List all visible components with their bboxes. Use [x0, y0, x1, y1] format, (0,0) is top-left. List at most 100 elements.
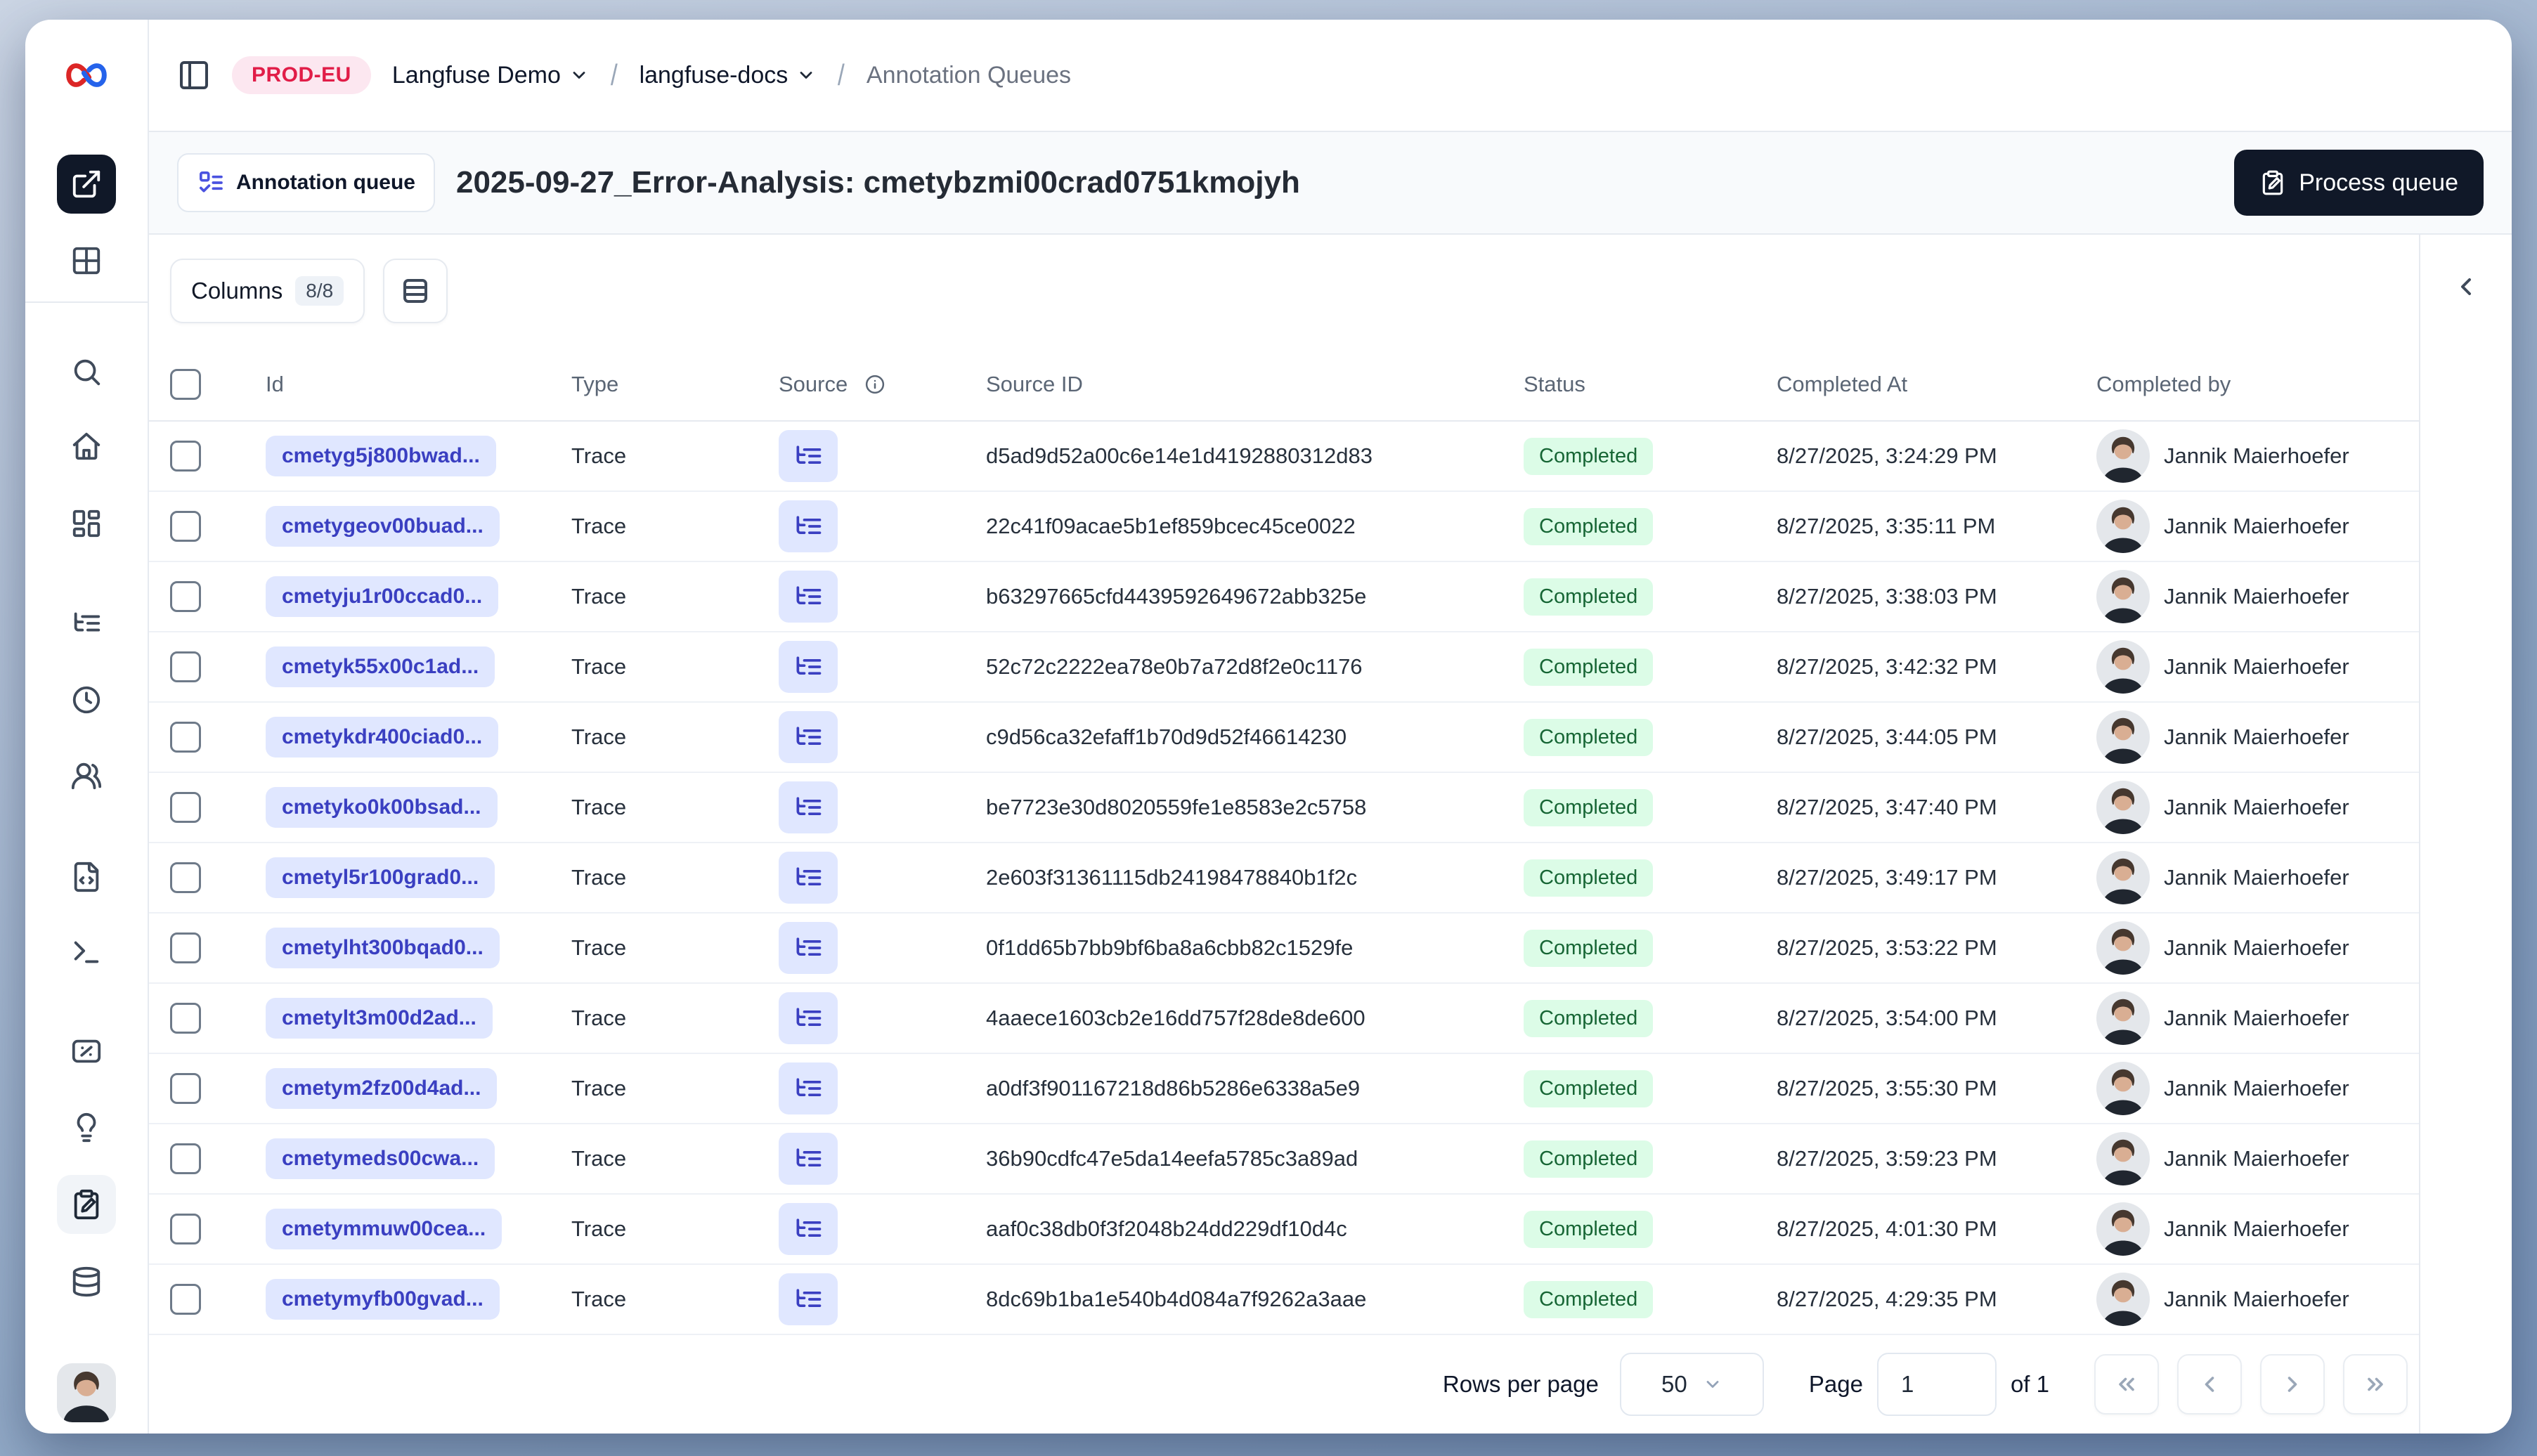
insights-lightbulb-icon[interactable] [57, 1098, 116, 1157]
table-row[interactable]: cmetyg5j800bwad... Trace d5ad9d52a00c6e1… [149, 422, 2419, 492]
row-checkbox[interactable] [170, 1214, 201, 1244]
row-checkbox[interactable] [170, 441, 201, 472]
table-grid-icon[interactable] [57, 231, 116, 290]
row-checkbox[interactable] [170, 511, 201, 542]
row-checkbox[interactable] [170, 651, 201, 682]
rows-per-page-select[interactable]: 50 [1619, 1353, 1764, 1416]
home-icon[interactable] [57, 417, 116, 476]
status-badge: Completed [1524, 437, 1654, 475]
source-trace-button[interactable] [779, 571, 838, 623]
dashboard-icon[interactable] [57, 494, 116, 553]
table-row[interactable]: cmetymeds00cwa... Trace 36b90cdfc47e5da1… [149, 1124, 2419, 1195]
source-trace-button[interactable] [779, 711, 838, 763]
table-row[interactable]: cmetylht300bqad0... Trace 0f1dd65b7bb9bf… [149, 914, 2419, 984]
column-header-source[interactable]: Source [767, 372, 975, 397]
item-id-badge[interactable]: cmetygeov00buad... [266, 506, 500, 547]
org-selector[interactable]: Langfuse Demo [392, 62, 589, 89]
row-checkbox[interactable] [170, 581, 201, 612]
columns-button[interactable]: Columns 8/8 [170, 259, 365, 323]
column-header-status[interactable]: Status [1512, 372, 1765, 397]
row-checkbox[interactable] [170, 932, 201, 963]
item-id-badge[interactable]: cmetylt3m00d2ad... [266, 998, 493, 1039]
row-checkbox[interactable] [170, 1284, 201, 1315]
external-link-icon[interactable] [57, 155, 116, 214]
source-id: b63297665cfd4439592649672abb325e [986, 584, 1367, 609]
sessions-clock-icon[interactable] [57, 670, 116, 729]
user-avatar[interactable] [57, 1363, 116, 1422]
row-checkbox[interactable] [170, 792, 201, 823]
breadcrumb-section[interactable]: Annotation Queues [867, 62, 1071, 89]
previous-page-button[interactable] [2177, 1354, 2242, 1415]
playground-terminal-icon[interactable] [57, 923, 116, 982]
status-badge: Completed [1524, 578, 1654, 616]
status-badge: Completed [1524, 929, 1654, 967]
source-trace-button[interactable] [779, 500, 838, 552]
first-page-button[interactable] [2094, 1354, 2159, 1415]
column-header-type[interactable]: Type [560, 372, 767, 397]
source-trace-button[interactable] [779, 641, 838, 693]
prompts-file-code-icon[interactable] [57, 847, 116, 906]
source-trace-button[interactable] [779, 1133, 838, 1185]
panel-collapse-chevron-icon[interactable] [2445, 266, 2487, 308]
table-row[interactable]: cmetylt3m00d2ad... Trace 4aaece1603cb2e1… [149, 984, 2419, 1054]
row-checkbox[interactable] [170, 1003, 201, 1034]
table-row[interactable]: cmetykdr400ciad0... Trace c9d56ca32efaff… [149, 703, 2419, 773]
project-selector[interactable]: langfuse-docs [640, 62, 817, 89]
item-id-badge[interactable]: cmetyg5j800bwad... [266, 436, 496, 476]
table-row[interactable]: cmetym2fz00d4ad... Trace a0df3f901167218… [149, 1054, 2419, 1124]
datasets-database-icon[interactable] [57, 1252, 116, 1311]
table-row[interactable]: cmetymmuw00cea... Trace aaf0c38db0f3f204… [149, 1195, 2419, 1265]
row-checkbox[interactable] [170, 1073, 201, 1104]
sidebar-toggle-icon[interactable] [177, 58, 211, 92]
source-trace-button[interactable] [779, 781, 838, 833]
last-page-button[interactable] [2343, 1354, 2408, 1415]
source-trace-button[interactable] [779, 992, 838, 1044]
users-icon[interactable] [57, 746, 116, 805]
process-queue-button[interactable]: Process queue [2234, 150, 2484, 216]
column-header-completed-at[interactable]: Completed At [1765, 372, 2085, 397]
page-input[interactable] [1876, 1353, 1997, 1416]
completed-by-name: Jannik Maierhoefer [2164, 795, 2349, 819]
status-badge: Completed [1524, 1210, 1654, 1248]
table-row[interactable]: cmetyju1r00ccad0... Trace b63297665cfd44… [149, 562, 2419, 632]
source-trace-button[interactable] [779, 430, 838, 482]
table-row[interactable]: cmetyl5r100grad0... Trace 2e603f31361115… [149, 843, 2419, 914]
item-id-badge[interactable]: cmetymyfb00gvad... [266, 1279, 500, 1320]
table-row[interactable]: cmetyk55x00c1ad... Trace 52c72c2222ea78e… [149, 632, 2419, 703]
column-header-id[interactable]: Id [254, 372, 560, 397]
item-id-badge[interactable]: cmetyk55x00c1ad... [266, 646, 495, 687]
row-checkbox[interactable] [170, 1143, 201, 1174]
item-id-badge[interactable]: cmetym2fz00d4ad... [266, 1068, 498, 1109]
tracing-icon[interactable] [57, 594, 116, 653]
column-header-source-id[interactable]: Source ID [975, 372, 1512, 397]
row-height-button[interactable] [383, 259, 448, 323]
item-id-badge[interactable]: cmetymmuw00cea... [266, 1209, 502, 1249]
info-icon[interactable] [864, 374, 885, 395]
source-trace-button[interactable] [779, 1203, 838, 1255]
item-id-badge[interactable]: cmetymeds00cwa... [266, 1138, 495, 1179]
table-row[interactable]: cmetymyfb00gvad... Trace 8dc69b1ba1e540b… [149, 1265, 2419, 1335]
item-id-badge[interactable]: cmetylht300bqad0... [266, 928, 500, 968]
next-page-button[interactable] [2260, 1354, 2325, 1415]
row-checkbox[interactable] [170, 862, 201, 893]
item-id-badge[interactable]: cmetykdr400ciad0... [266, 717, 499, 758]
search-icon[interactable] [57, 342, 116, 401]
table-row[interactable]: cmetygeov00buad... Trace 22c41f09acae5b1… [149, 492, 2419, 562]
source-trace-button[interactable] [779, 852, 838, 904]
table-row[interactable]: cmetyko0k00bsad... Trace be7723e30d80205… [149, 773, 2419, 843]
right-side-panel [2419, 235, 2512, 1434]
item-id-badge[interactable]: cmetyl5r100grad0... [266, 857, 495, 898]
select-all-checkbox[interactable] [170, 369, 201, 400]
completed-by-avatar [2096, 851, 2150, 904]
evaluation-percent-icon[interactable] [57, 1022, 116, 1081]
source-trace-button[interactable] [779, 1062, 838, 1114]
column-header-completed-by[interactable]: Completed by [2085, 372, 2419, 397]
item-id-badge[interactable]: cmetyju1r00ccad0... [266, 576, 499, 617]
source-trace-button[interactable] [779, 922, 838, 974]
row-checkbox[interactable] [170, 722, 201, 753]
item-id-badge[interactable]: cmetyko0k00bsad... [266, 787, 498, 828]
annotation-queues-clipboard-icon[interactable] [57, 1175, 116, 1234]
source-id: be7723e30d8020559fe1e8583e2c5758 [986, 795, 1367, 819]
source-trace-button[interactable] [779, 1273, 838, 1325]
rows-per-page-label: Rows per page [1442, 1371, 1599, 1397]
